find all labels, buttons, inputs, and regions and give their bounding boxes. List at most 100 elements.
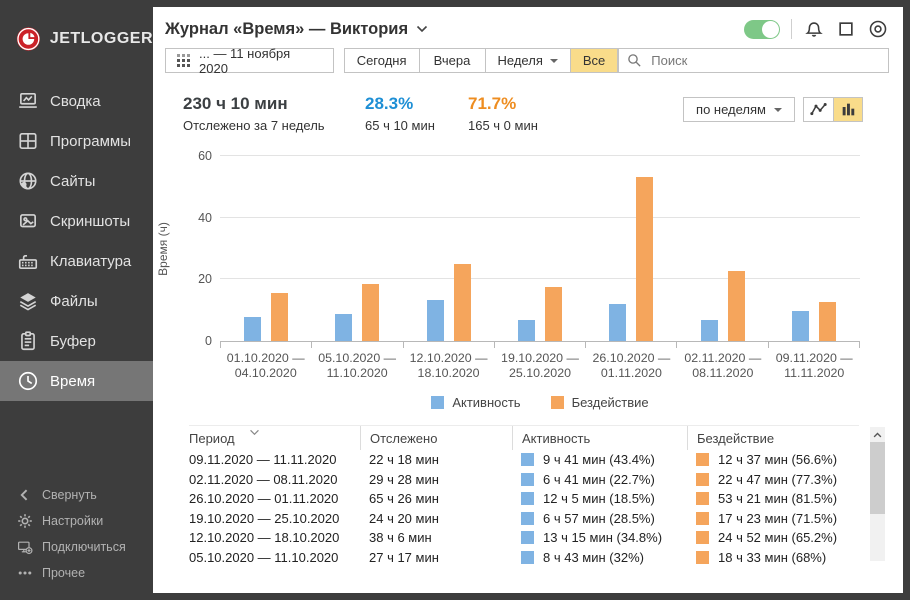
y-tick-label: 0 [178,334,212,348]
period-segmented-control: Сегодня Вчера Неделя Все [345,48,619,73]
bar-activity[interactable] [792,311,809,341]
search-input[interactable] [649,52,880,69]
search-icon [627,53,642,68]
sidebar-item-settings[interactable]: Настройки [17,508,126,534]
sidebar-footer-label: Настройки [42,514,103,528]
sidebar-item-screenshots[interactable]: Скриншоты [0,201,153,241]
sidebar-item-files[interactable]: Файлы [0,281,153,321]
activity-swatch [521,453,534,466]
bar-idle[interactable] [636,177,653,341]
y-tick-label: 20 [178,272,212,286]
bar-activity[interactable] [701,320,718,341]
stat-idle: 71.7% 165 ч 0 мин [468,94,538,133]
bell-icon[interactable] [803,18,825,40]
week-dropdown-button[interactable]: Неделя [485,48,571,73]
column-header-activity[interactable]: Активность [512,426,687,450]
sidebar-item-sites[interactable]: Сайты [0,161,153,201]
legend-activity-label: Активность [452,395,520,410]
maximize-icon[interactable] [836,19,856,39]
tracked-header-label: Отслежено [370,431,437,446]
yesterday-button[interactable]: Вчера [419,48,486,73]
caret-down-icon [550,59,558,63]
idle-swatch [696,453,709,466]
eye-icon[interactable] [867,18,889,40]
column-header-period[interactable]: Период [189,426,360,450]
group-by-label: по неделям [696,102,766,117]
idle-percent: 71.7% [468,94,538,114]
sidebar-item-summary[interactable]: Сводка [0,81,153,121]
sidebar-item-programs[interactable]: Программы [0,121,153,161]
sidebar-item-more[interactable]: Прочее [17,560,126,586]
summary-icon [17,90,39,112]
calendar-grid-icon [176,53,191,68]
idle-swatch [696,551,709,564]
sidebar-item-label: Клавиатура [50,253,131,270]
bar-idle[interactable] [728,271,745,341]
stat-activity: 28.3% 65 ч 10 мин [365,94,468,133]
table-row[interactable]: 05.10.2020 — 11.10.2020 27 ч 17 мин 8 ч … [189,548,859,568]
bar-group [677,156,768,341]
x-axis-label: 09.11.2020 —11.11.2020 [769,351,860,381]
toggle-knob [762,21,779,38]
scrollbar-thumb[interactable] [870,442,885,514]
sidebar-item-clipboard[interactable]: Буфер [0,321,153,361]
table-row[interactable]: 02.11.2020 — 08.11.2020 29 ч 28 мин 6 ч … [189,470,859,490]
sort-chevron-icon[interactable] [249,429,260,436]
bar-activity[interactable] [335,314,352,341]
activity-swatch [521,531,534,544]
today-button[interactable]: Сегодня [344,48,420,73]
sidebar-item-time[interactable]: Время [0,361,153,401]
top-bar: Журнал «Время» — Виктория [153,7,903,40]
sidebar-item-connect[interactable]: Подключиться [17,534,126,560]
table-row[interactable]: 19.10.2020 — 25.10.2020 24 ч 20 мин 6 ч … [189,509,859,529]
bar-idle[interactable] [454,264,471,341]
bar-idle[interactable] [545,287,562,341]
sidebar-item-collapse[interactable]: Свернуть [17,482,126,508]
tracked-cell: 27 ч 17 мин [369,550,439,565]
bar-idle[interactable] [271,293,288,341]
table-row[interactable]: 09.11.2020 — 11.11.2020 22 ч 18 мин 9 ч … [189,450,859,470]
table-row[interactable]: 26.10.2020 — 01.11.2020 65 ч 26 мин 12 ч… [189,489,859,509]
activity-cell: 8 ч 43 мин (32%) [543,550,644,565]
x-axis-label: 19.10.2020 —25.10.2020 [494,351,585,381]
sidebar-item-label: Сводка [50,93,101,110]
period-cell: 05.10.2020 — 11.10.2020 [189,550,338,565]
page-title[interactable]: Журнал «Время» — Виктория [165,20,428,39]
idle-header-label: Бездействие [697,431,774,446]
bar-group [586,156,677,341]
table-row[interactable]: 12.10.2020 — 18.10.2020 38 ч 6 мин 13 ч … [189,528,859,548]
x-axis-tick [677,342,768,348]
bar-activity[interactable] [609,304,626,341]
sidebar-item-label: Время [50,373,95,390]
table-scrollbar[interactable] [870,427,885,561]
bar-activity[interactable] [244,317,261,341]
x-axis-tick [769,342,860,348]
bar-group [494,156,585,341]
idle-cell: 24 ч 52 мин (65.2%) [718,530,837,545]
chart-legend: Активность Бездействие [220,395,860,410]
sidebar-item-keyboard[interactable]: Клавиатура [0,241,153,281]
sidebar-footer-label: Свернуть [42,488,97,502]
caret-down-icon [774,108,782,112]
stat-total-tracked: 230 ч 10 мин Отслежено за 7 недель [183,94,365,133]
bar-idle[interactable] [362,284,379,341]
date-range-button[interactable]: ... — 11 ноября 2020 [165,48,334,73]
scrollbar-track[interactable] [870,442,885,561]
column-header-tracked[interactable]: Отслежено [360,426,512,450]
tracking-toggle[interactable] [744,20,780,39]
bar-idle[interactable] [819,302,836,341]
group-by-dropdown[interactable]: по неделям [683,97,795,122]
line-chart-icon [810,102,827,117]
column-header-idle[interactable]: Бездействие [687,426,859,450]
x-axis-label: 01.10.2020 —04.10.2020 [220,351,311,381]
collapse-icon [17,487,33,503]
scrollbar-up-arrow[interactable] [870,427,885,442]
bar-activity[interactable] [427,300,444,341]
line-chart-button[interactable] [804,98,833,121]
all-button[interactable]: Все [570,48,618,73]
bar-chart-button[interactable] [833,98,862,121]
sidebar-item-label: Скриншоты [50,213,130,230]
bar-activity[interactable] [518,320,535,341]
sidebar-footer-label: Подключиться [42,540,126,554]
app-name: JETLOGGER [50,30,153,48]
